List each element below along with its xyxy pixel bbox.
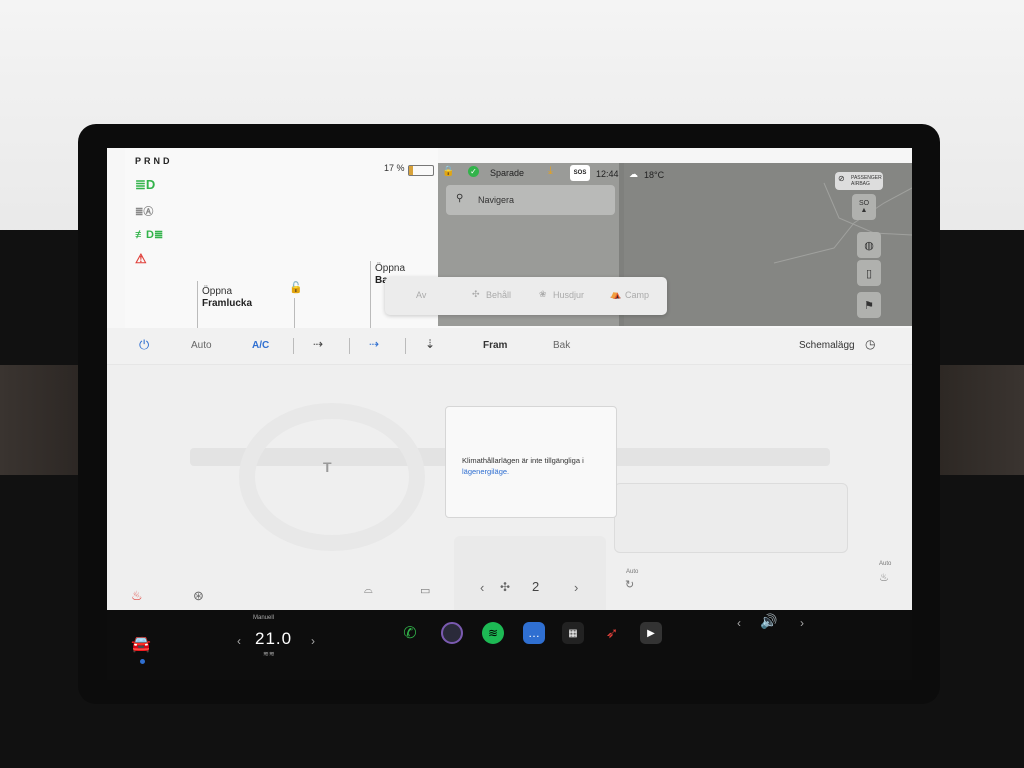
mode-off[interactable]: Av	[416, 290, 426, 300]
phone-icon[interactable]: ✆	[399, 622, 421, 644]
divider	[405, 338, 406, 354]
climate-toolbar: ⏻ Auto A/C ⇢ ⇢ ⇣ Fram Bak Schemalägg ◷	[107, 328, 912, 365]
heated-seat-icon[interactable]: ♨	[131, 588, 143, 604]
auto-button[interactable]: Auto	[191, 340, 212, 351]
heated-steering-icon[interactable]: ⊛	[193, 588, 204, 604]
headlight-icon: ≣D	[135, 177, 156, 192]
seatbelt-warning-icon: ⚠	[135, 251, 147, 266]
temp-up-button[interactable]: ›	[311, 634, 315, 648]
message-text: Klimathållarlägen är inte tillgängliga i	[462, 456, 584, 465]
auto-highbeam-icon: ≣Ⓐ	[135, 207, 154, 218]
battery-icon	[408, 165, 434, 176]
mode-keep[interactable]: Behåll	[486, 290, 511, 300]
navigation-icon[interactable]: ➶	[601, 622, 623, 644]
messages-icon[interactable]: …	[523, 622, 545, 644]
feet-airflow-icon[interactable]: ⇣	[425, 337, 435, 351]
seat-auto-label: Auto	[879, 561, 892, 567]
paw-icon: ❀	[539, 289, 547, 299]
front-defrost-icon[interactable]: ⌓	[364, 584, 373, 597]
checkmark-icon: ✓	[468, 166, 479, 177]
compass-button[interactable]: SO ▲	[852, 194, 876, 220]
battery-fill	[409, 166, 414, 175]
bottom-dock: 🚘 ‹ Manuell 21.0 ≋≋ › ✆ ≋ … ▦ ➶ ▶ ‹ 🔊 ›	[107, 610, 912, 680]
schedule-button[interactable]: Schemalägg	[799, 340, 855, 351]
spotify-icon[interactable]: ≋	[482, 622, 504, 644]
temperature-value[interactable]: 21.0	[255, 629, 292, 649]
volume-icon[interactable]: 🔊	[760, 613, 777, 630]
recirculation-icon[interactable]: ↻	[625, 578, 634, 591]
rear-defrost-icon[interactable]: ▭	[420, 584, 430, 597]
fan-icon: ✣	[472, 289, 480, 299]
mode-camp[interactable]: Camp	[625, 290, 649, 300]
face-airflow-icon[interactable]: ⇢	[369, 337, 379, 351]
divider	[293, 338, 294, 354]
compass-label: SO	[858, 200, 870, 207]
temp-mode-label: Manuell	[253, 615, 275, 621]
rear-auto-label: Auto	[626, 569, 639, 575]
steering-wheel-illustration	[239, 403, 425, 551]
cloud-icon: ☁	[629, 169, 638, 179]
saved-label[interactable]: Sparade	[490, 168, 524, 178]
glovebox-illustration	[614, 483, 848, 553]
center-console-illustration	[454, 536, 606, 616]
divider	[294, 298, 295, 328]
globe-icon[interactable]: ◍	[857, 232, 881, 258]
media-icon[interactable]: ▶	[640, 622, 662, 644]
clock-icon[interactable]: ◷	[865, 337, 875, 351]
volume-up-button[interactable]: ›	[800, 616, 804, 630]
fan-icon: ✣	[500, 580, 511, 594]
power-icon[interactable]: ⏻	[139, 337, 149, 353]
front-trunk-value[interactable]: Framlucka	[202, 298, 252, 309]
airbag-off-icon: ⊘	[838, 174, 845, 183]
mode-dog[interactable]: Husdjur	[553, 290, 584, 300]
status-strip	[438, 148, 912, 163]
airbag-label: PASSENGER AIRBAG	[851, 175, 882, 187]
lock-icon[interactable]: 🔒	[442, 166, 454, 177]
volume-down-button[interactable]: ‹	[737, 616, 741, 630]
location-pin-icon[interactable]: ⚑	[857, 292, 881, 318]
phone-key-icon[interactable]: ▯	[857, 260, 881, 286]
search-icon: ⚲	[456, 193, 464, 204]
ac-button[interactable]: A/C	[252, 340, 269, 351]
camera-icon[interactable]	[441, 622, 463, 644]
active-dot	[140, 659, 145, 664]
rear-tab[interactable]: Bak	[553, 340, 570, 351]
touchscreen: PRND 17 % ≣D ≣Ⓐ ≢D≣ ⚠ Öppna Framlucka 🔓 …	[107, 148, 912, 624]
search-input[interactable]: Navigera	[478, 195, 514, 205]
climate-keeper-popup: Av ✣ Behåll ❀ Husdjur ⛺ Camp	[385, 277, 667, 315]
rear-trunk-label[interactable]: Öppna	[375, 263, 405, 274]
app-launcher-icon[interactable]: ▦	[562, 622, 584, 644]
tesla-logo: T	[323, 459, 332, 475]
fan-increase-button[interactable]: ›	[574, 580, 578, 595]
fog-light-icon: ≢D≣	[135, 229, 164, 241]
compass-arrow-icon: ▲	[860, 207, 868, 214]
seat-heat-small-icon: ≋≋	[263, 651, 275, 658]
tent-icon: ⛺	[610, 289, 622, 299]
fan-decrease-button[interactable]: ‹	[480, 580, 484, 595]
low-power-message: Klimathållarlägen är inte tillgängliga i…	[445, 406, 617, 518]
download-icon[interactable]: ⤓	[548, 165, 553, 178]
low-power-link[interactable]: lägenergiläge.	[462, 467, 509, 476]
clock: 12:44	[596, 169, 619, 179]
front-trunk-label[interactable]: Öppna	[202, 286, 232, 297]
divider	[370, 261, 371, 328]
passenger-airbag-indicator: ⊘ PASSENGER AIRBAG	[835, 172, 883, 190]
weather-temp: 18°C	[644, 170, 665, 180]
unlock-icon[interactable]: 🔓	[289, 281, 303, 294]
navigate-search[interactable]: ⚲ Navigera	[446, 185, 615, 215]
front-tab[interactable]: Fram	[483, 340, 507, 351]
gear-indicator: PRND	[135, 156, 173, 166]
temp-down-button[interactable]: ‹	[237, 634, 241, 648]
windshield-airflow-icon[interactable]: ⇢	[313, 337, 323, 351]
battery-percent: 17 %	[384, 163, 405, 173]
passenger-seat-heat-icon[interactable]: ♨	[879, 571, 889, 584]
fan-speed-value: 2	[532, 579, 540, 594]
divider	[349, 338, 350, 354]
divider	[197, 281, 198, 328]
car-icon[interactable]: 🚘	[131, 634, 151, 654]
sos-button[interactable]: SOS	[570, 165, 590, 181]
